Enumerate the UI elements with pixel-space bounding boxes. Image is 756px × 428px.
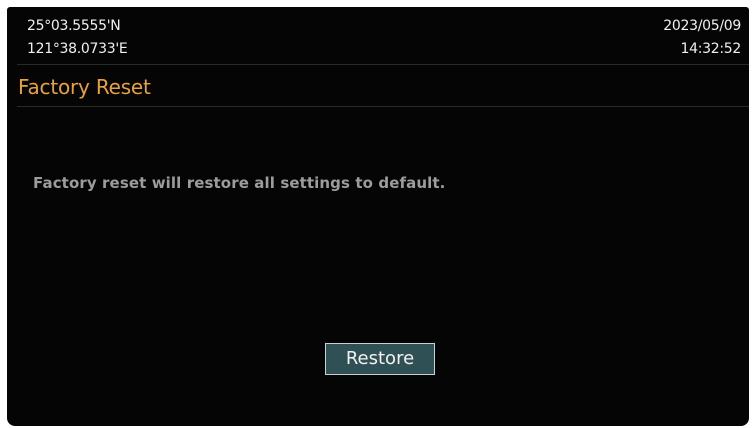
time-readout: 14:32:52: [680, 41, 742, 57]
longitude-readout: 121°38.0733'E: [27, 41, 128, 57]
restore-button[interactable]: Restore: [325, 343, 435, 375]
latitude-readout: 25°03.5555'N: [27, 18, 121, 34]
status-bar: 25°03.5555'N 121°38.0733'E 2023/05/09 14…: [7, 7, 749, 65]
date-readout: 2023/05/09: [663, 18, 741, 34]
title-divider: [17, 106, 749, 107]
status-divider: [17, 64, 749, 65]
device-screen: 25°03.5555'N 121°38.0733'E 2023/05/09 14…: [7, 7, 749, 426]
reset-description: Factory reset will restore all settings …: [33, 174, 446, 192]
page-title: Factory Reset: [18, 75, 151, 99]
